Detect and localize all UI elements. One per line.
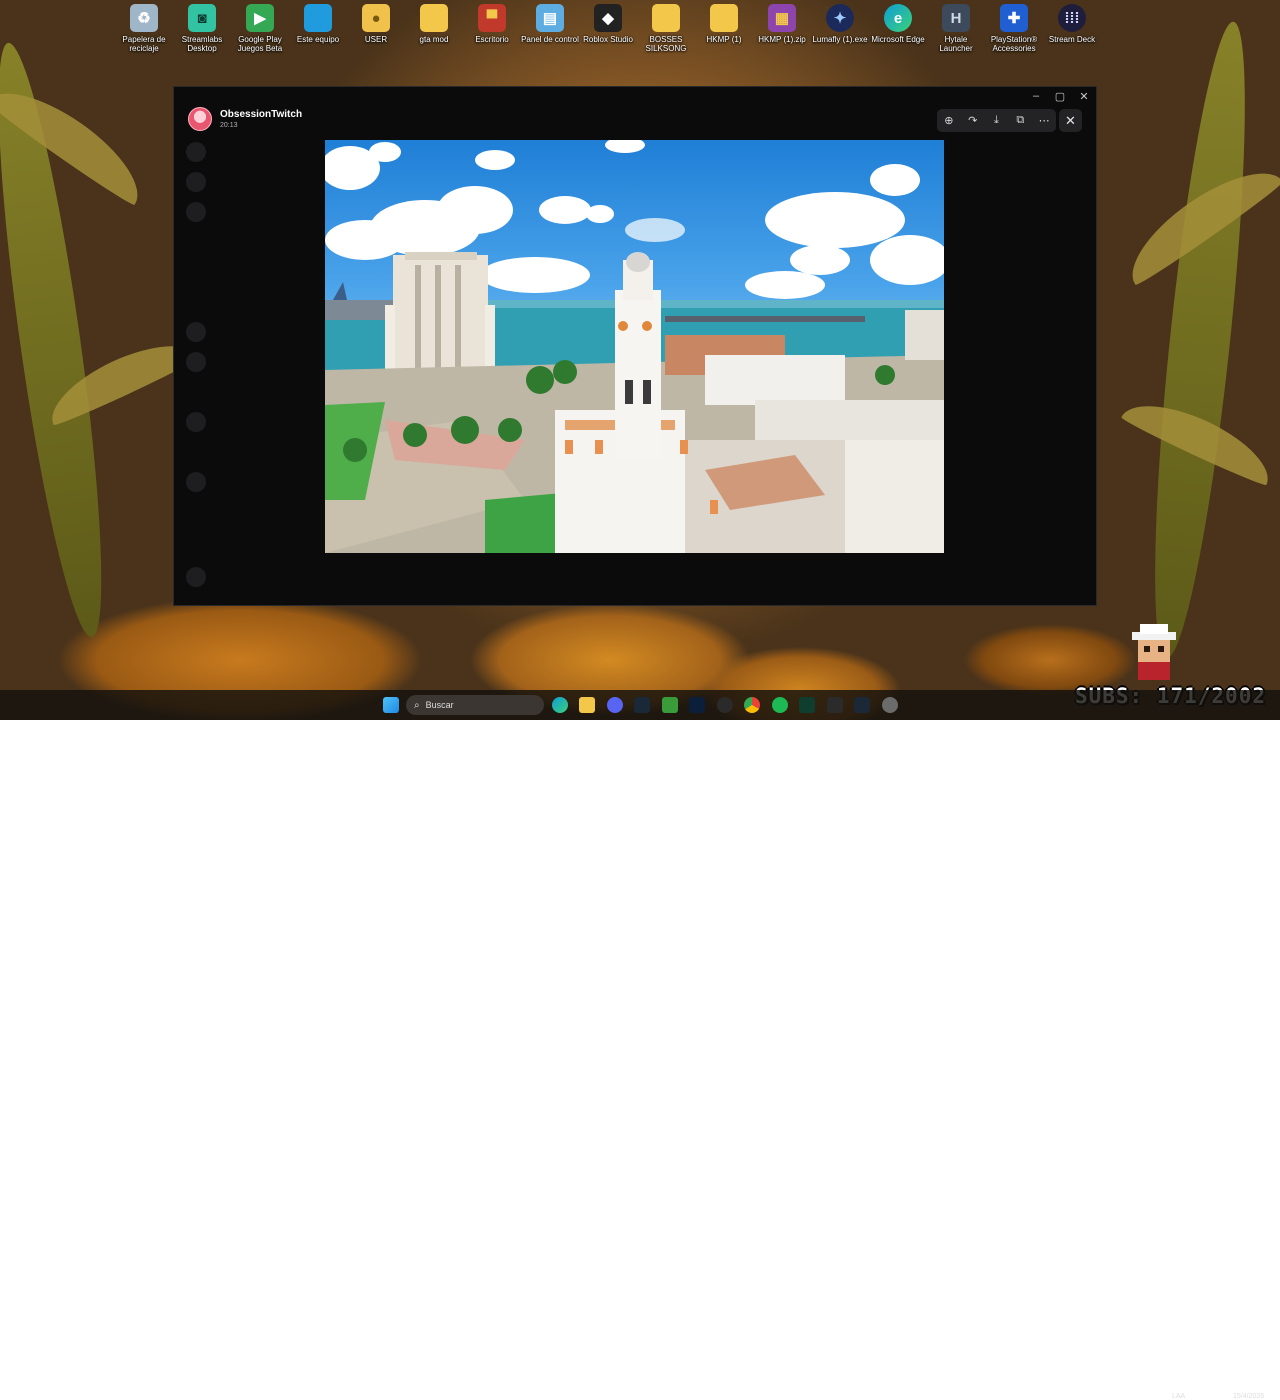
recycle-bin-icon: ♻ xyxy=(130,4,158,32)
folder-icon xyxy=(420,4,448,32)
more-icon[interactable]: ⋯ xyxy=(1035,114,1053,127)
chrome-icon[interactable] xyxy=(744,697,760,713)
desktop-icon-roblox-studio[interactable]: ◆ Roblox Studio xyxy=(579,4,637,44)
desktop-icon-lumafly[interactable]: ✦ Lumafly (1).exe xyxy=(811,4,869,44)
hytale-icon: H xyxy=(942,4,970,32)
spotify-icon[interactable] xyxy=(772,697,788,713)
post-time: 20:13 xyxy=(220,122,238,129)
desktop-icon-hkmp[interactable]: HKMP (1) xyxy=(695,4,753,44)
desktop-icon-google-play-games[interactable]: ▶ Google Play Juegos Beta xyxy=(231,4,289,53)
search-input[interactable]: Buscar xyxy=(426,700,454,710)
corn-stalk xyxy=(1136,18,1264,662)
taskbar-search[interactable]: ⌕ Buscar xyxy=(406,695,544,715)
edge-icon[interactable] xyxy=(552,697,568,713)
obs-icon[interactable] xyxy=(717,697,733,713)
close-viewer-button[interactable]: ✕ xyxy=(1059,109,1082,132)
desktop-icon-streamlabs[interactable]: ◙ Streamlabs Desktop xyxy=(173,4,231,53)
ghost-server-icon xyxy=(186,472,206,492)
start-windows-icon[interactable] xyxy=(383,697,399,713)
playstation-icon: ✚ xyxy=(1000,4,1028,32)
lumafly-icon: ✦ xyxy=(826,4,854,32)
ghost-server-icon xyxy=(186,412,206,432)
control-panel-icon: ▤ xyxy=(536,4,564,32)
folder-icon xyxy=(710,4,738,32)
minimize-icon[interactable]: – xyxy=(1030,90,1042,103)
roblox-studio-icon: ◆ xyxy=(594,4,622,32)
ghost-server-icon xyxy=(186,142,206,162)
stream-deck-icon: ⁞⁞⁞ xyxy=(1058,4,1086,32)
desktop-icon-hkmp-zip[interactable]: ▦ HKMP (1).zip xyxy=(753,4,811,44)
clock-date[interactable]: 15/4/2026 xyxy=(1233,1393,1264,1400)
minecraft-icon[interactable] xyxy=(662,697,678,713)
ghost-server-icon xyxy=(186,202,206,222)
desktop-icon-hytale[interactable]: H Hytale Launcher xyxy=(927,4,985,53)
desktop-icon-control-panel[interactable]: ▤ Panel de control xyxy=(521,4,579,44)
steam-icon[interactable] xyxy=(634,697,650,713)
desktop-icon-stream-deck[interactable]: ⁞⁞⁞ Stream Deck xyxy=(1043,4,1101,44)
winrar-icon: ▦ xyxy=(768,4,796,32)
uploader-info: ObsessionTwitch 20:13 xyxy=(188,107,302,131)
desktop-folder-icon: ▀ xyxy=(478,4,506,32)
desktop-icon-edge[interactable]: e Microsoft Edge xyxy=(869,4,927,44)
streamlabs-icon: ◙ xyxy=(188,4,216,32)
desktop-icon-escritorio[interactable]: ▀ Escritorio xyxy=(463,4,521,44)
folder-icon xyxy=(652,4,680,32)
computer-icon xyxy=(304,4,332,32)
ghost-server-icon xyxy=(186,352,206,372)
user-folder-icon: ● xyxy=(362,4,390,32)
desktop-icon-gta-mod[interactable]: gta mod xyxy=(405,4,463,44)
window-controls: – ▢ ✕ xyxy=(1030,90,1090,103)
settings-gear-icon[interactable] xyxy=(882,697,898,713)
taskbar: ⌕ Buscar LAA 15/4/2026 xyxy=(0,690,1280,1400)
ghost-server-icon xyxy=(186,172,206,192)
photoshop-icon[interactable] xyxy=(689,697,705,713)
viewed-image[interactable] xyxy=(325,140,944,553)
open-external-icon[interactable]: ⧉ xyxy=(1011,114,1029,127)
ghost-avatar xyxy=(186,567,206,587)
language-indicator[interactable]: LAA xyxy=(1172,1393,1185,1400)
desktop-icon-playstation[interactable]: ✚ PlayStation® Accessories xyxy=(985,4,1043,53)
epic-games-icon[interactable] xyxy=(827,697,843,713)
desktop-icon-this-pc[interactable]: Este equipo xyxy=(289,4,347,44)
viewer-toolbar: ⊕ ↷ ⤓ ⧉ ⋯ xyxy=(937,109,1056,132)
desktop-icon-bosses-silksong[interactable]: BOSSES SILKSONG xyxy=(637,4,695,53)
maximize-icon[interactable]: ▢ xyxy=(1054,90,1066,103)
discord-icon[interactable] xyxy=(607,697,623,713)
close-icon: ✕ xyxy=(1065,112,1076,128)
desktop-icon-recycle-bin[interactable]: ♻ Papelera de reciclaje xyxy=(115,4,173,53)
edge-icon: e xyxy=(884,4,912,32)
ghost-server-icon xyxy=(186,322,206,342)
zoom-in-icon[interactable]: ⊕ xyxy=(940,114,958,127)
pixel-mascot xyxy=(1132,624,1176,680)
city-photo-drawing xyxy=(325,140,944,553)
terminal-icon[interactable] xyxy=(799,697,815,713)
uploader-name[interactable]: ObsessionTwitch xyxy=(220,109,302,120)
desktop-icons: ♻ Papelera de reciclaje ◙ Streamlabs Des… xyxy=(116,0,1220,62)
file-explorer-icon[interactable] xyxy=(579,697,595,713)
search-icon: ⌕ xyxy=(414,699,420,711)
forward-icon[interactable]: ↷ xyxy=(964,114,982,127)
download-icon[interactable]: ⤓ xyxy=(987,114,1005,127)
desktop-icon-user[interactable]: ● USER xyxy=(347,4,405,44)
steam-icon-2[interactable] xyxy=(854,697,870,713)
google-play-games-icon: ▶ xyxy=(246,4,274,32)
avatar[interactable] xyxy=(188,107,212,131)
close-icon[interactable]: ✕ xyxy=(1078,90,1090,103)
